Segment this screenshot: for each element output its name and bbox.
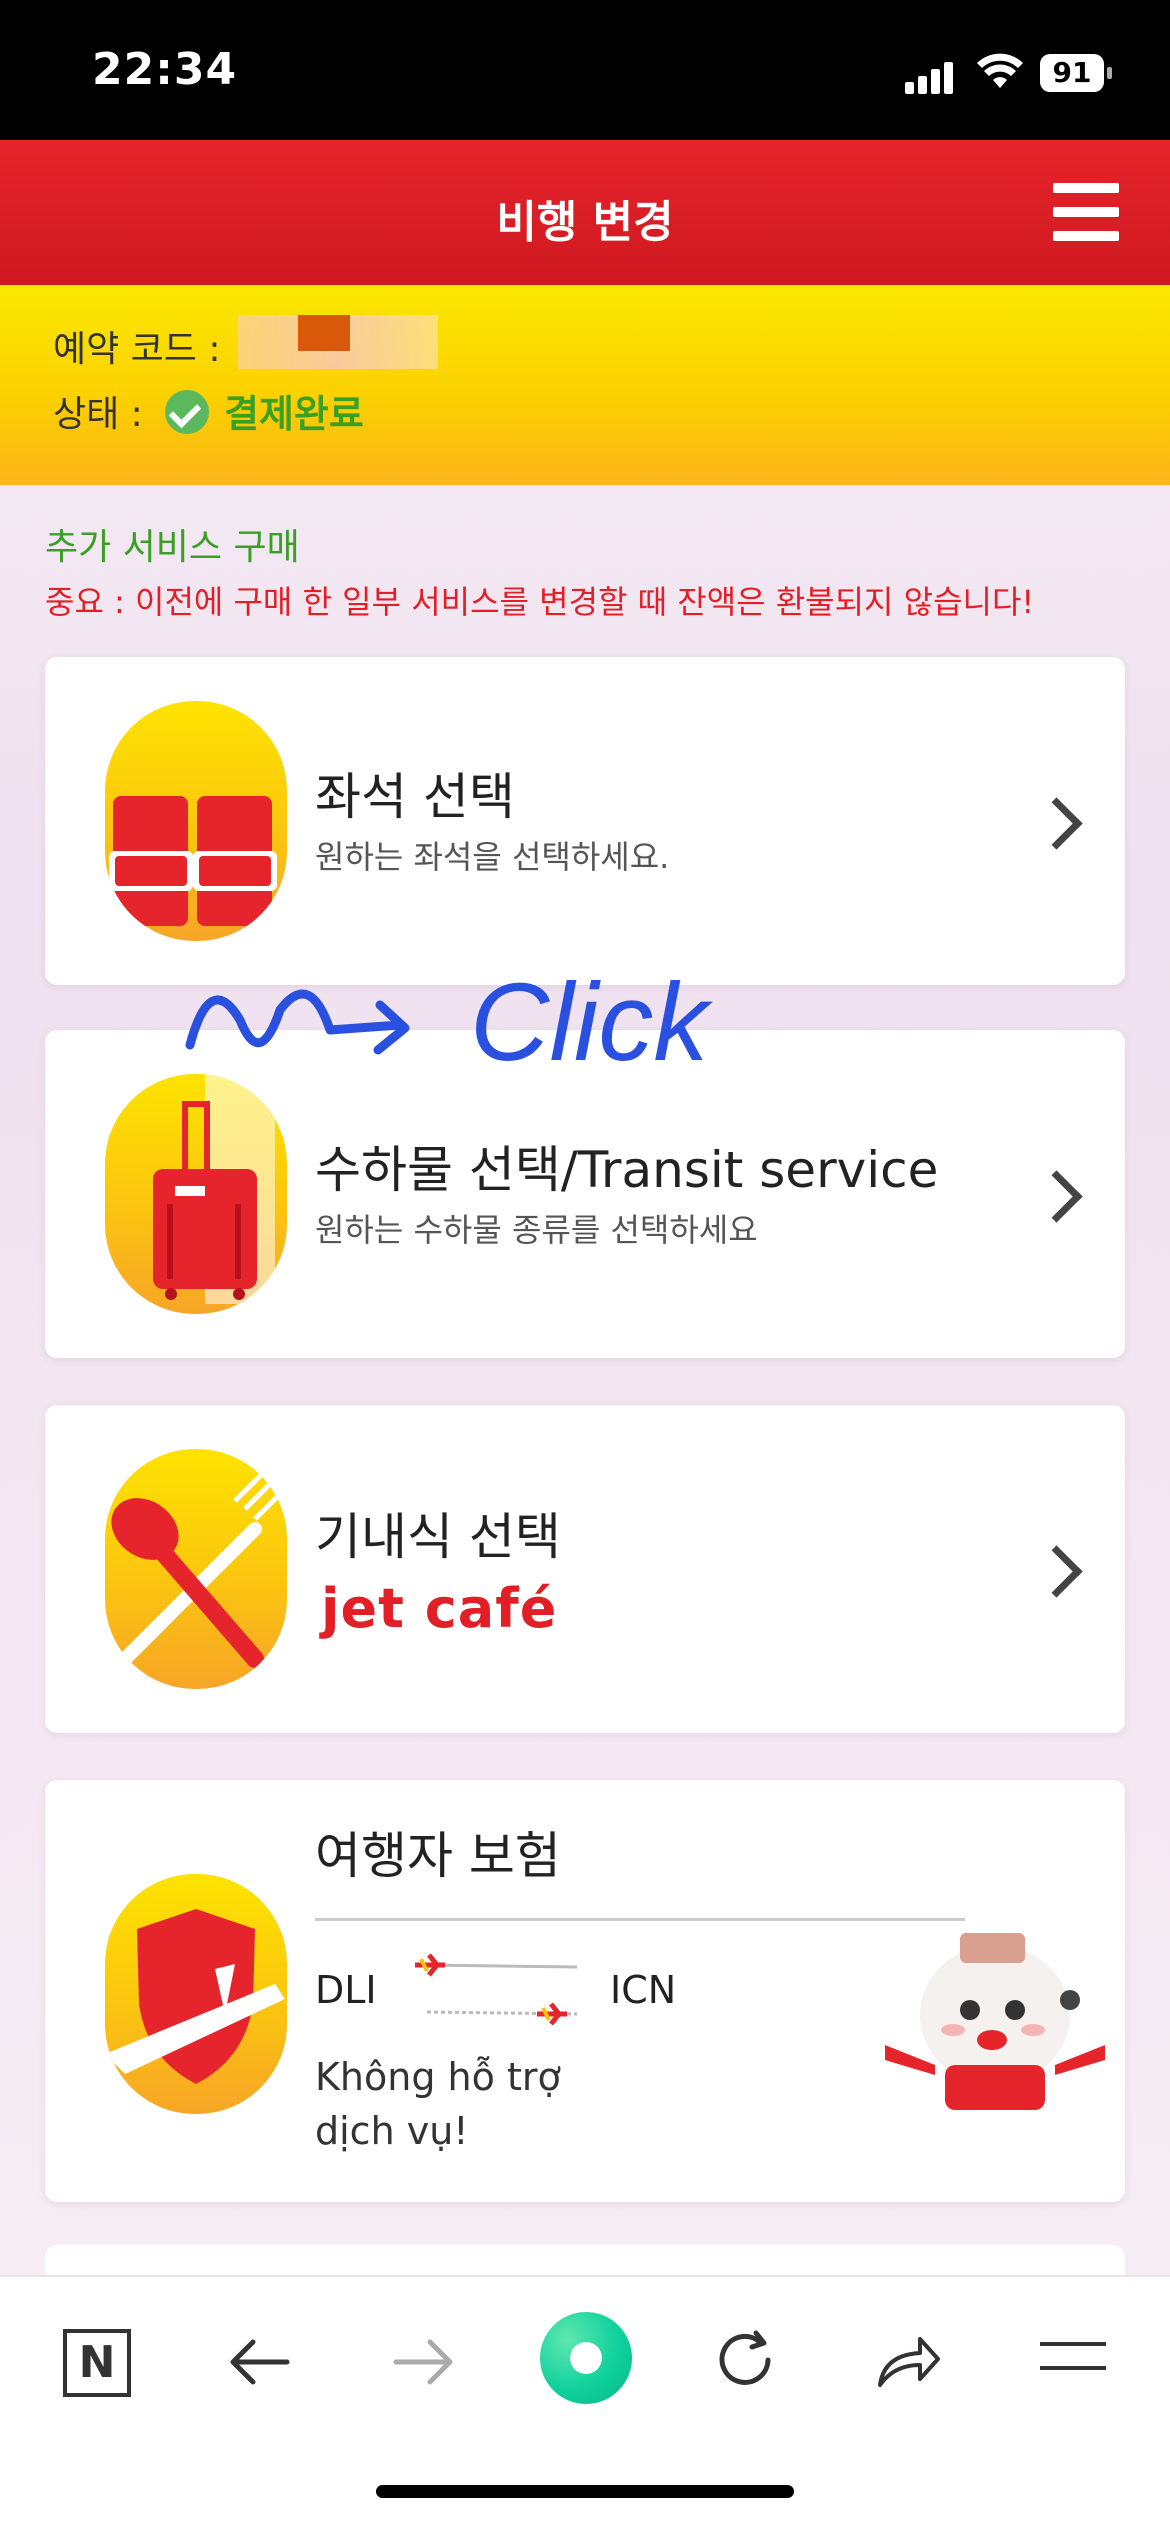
back-arrow-icon[interactable] <box>225 2332 295 2392</box>
route-destination: ICN <box>610 1968 677 2012</box>
signal-icon <box>905 60 957 94</box>
status-bar: 22:34 91 <box>0 0 1170 140</box>
reload-icon[interactable] <box>710 2325 780 2395</box>
seat-icon <box>105 701 287 941</box>
booking-code-redacted <box>238 315 438 369</box>
service-title: 좌석 선택 <box>315 768 515 826</box>
svg-text:Click: Click <box>470 961 713 1084</box>
forward-arrow-icon[interactable] <box>388 2332 458 2392</box>
insurance-icon <box>105 1874 287 2114</box>
route-origin: DLI <box>315 1968 377 2012</box>
home-indicator <box>376 2485 794 2498</box>
service-subtitle: 원하는 수하물 종류를 선택하세요 <box>315 1211 758 1249</box>
meal-icon <box>105 1449 287 1689</box>
green-circle-icon[interactable] <box>540 2312 632 2404</box>
service-title: 수하물 선택/Transit service <box>315 1141 939 1199</box>
battery-icon: 91 <box>1040 54 1112 92</box>
chevron-right-icon <box>1030 1545 1083 1598</box>
chevron-right-icon <box>1030 1170 1083 1223</box>
check-circle-icon <box>165 390 209 434</box>
booking-code-label: 예약 코드 : <box>53 329 221 370</box>
payment-status: 결제완료 <box>224 392 364 436</box>
click-annotation: Click <box>185 961 713 1084</box>
service-subtitle: 원하는 좌석을 선택하세요. <box>315 838 670 876</box>
hamburger-icon[interactable] <box>1053 183 1119 241</box>
wifi-icon <box>977 53 1023 88</box>
share-icon[interactable] <box>872 2325 942 2395</box>
meal-selection-card[interactable]: 기내식 선택 jet café <box>45 1405 1125 1733</box>
route-planes-icon <box>415 1953 578 2026</box>
n-icon[interactable]: N <box>63 2329 131 2397</box>
service-title: 기내식 선택 <box>315 1508 561 1566</box>
travel-insurance-card[interactable]: 여행자 보험 DLI ICN Không hỗ trợ dịch vụ! <box>45 1780 1125 2202</box>
luggage-icon <box>105 1074 287 1314</box>
status-label: 상태 : <box>53 394 143 435</box>
booking-info: 예약 코드 : 상태 : 결제완료 <box>0 285 1170 485</box>
seat-selection-card[interactable]: 좌석 선택 원하는 좌석을 선택하세요. <box>45 657 1125 985</box>
refund-notice: 중요 : 이전에 구매 한 일부 서비스를 변경할 때 잔액은 환불되지 않습니… <box>45 583 1035 621</box>
section-title: 추가 서비스 구매 <box>45 527 300 568</box>
jet-cafe-logo: jet café <box>321 1577 558 1640</box>
divider <box>315 1918 965 1921</box>
chevron-right-icon <box>1030 797 1083 850</box>
service-title: 여행자 보험 <box>315 1827 561 1885</box>
menu-icon[interactable] <box>1040 2342 1106 2370</box>
service-unavailable-message: Không hỗ trợ dịch vụ! <box>315 2055 561 2153</box>
app-header: 비행 변경 <box>0 140 1170 285</box>
status-time: 22:34 <box>92 44 238 95</box>
page-title: 비행 변경 <box>496 197 674 248</box>
mascot-image <box>885 1933 1105 2110</box>
